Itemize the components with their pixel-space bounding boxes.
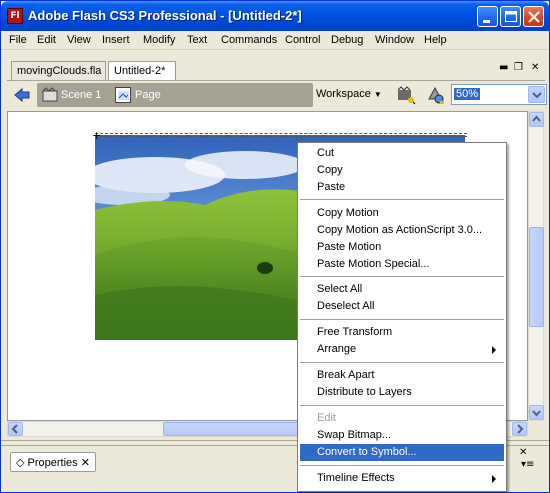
menu-item-copy-motion[interactable]: Copy Motion <box>300 205 504 222</box>
menu-separator <box>300 465 504 466</box>
zoom-dropdown-button[interactable] <box>528 86 545 103</box>
zoom-select[interactable]: 50% <box>451 84 547 105</box>
menu-separator <box>300 319 504 320</box>
close-icon <box>528 11 540 23</box>
scroll-right-icon <box>517 424 524 434</box>
menu-commands[interactable]: Commands <box>221 34 277 46</box>
menu-item-paste[interactable]: Paste <box>300 179 504 196</box>
menu-item-timeline-effects[interactable]: Timeline Effects <box>300 470 504 487</box>
close-panel-icon[interactable]: ✕ <box>519 447 527 458</box>
menu-control[interactable]: Control <box>285 34 320 46</box>
scene-icon <box>42 87 58 102</box>
scene-label[interactable]: Scene 1 <box>61 89 101 101</box>
tab-movingclouds[interactable]: movingClouds.fla <box>11 61 106 80</box>
menu-insert[interactable]: Insert <box>102 34 130 46</box>
menu-item-break-apart[interactable]: Break Apart <box>300 367 504 384</box>
menu-debug[interactable]: Debug <box>331 34 363 46</box>
app-icon: Fl <box>7 8 23 24</box>
menu-file[interactable]: File <box>9 34 27 46</box>
scroll-down-button[interactable] <box>529 405 544 420</box>
menu-separator <box>300 362 504 363</box>
title-bar[interactable]: Fl Adobe Flash CS3 Professional - [Untit… <box>1 1 549 31</box>
menu-view[interactable]: View <box>67 34 91 46</box>
menu-bar: File Edit View Insert Modify Text Comman… <box>1 31 549 50</box>
scroll-left-icon <box>11 424 18 434</box>
menu-window[interactable]: Window <box>375 34 414 46</box>
page-icon <box>115 87 131 103</box>
scroll-left-button[interactable] <box>8 422 23 436</box>
menu-item-copy[interactable]: Copy <box>300 162 504 179</box>
tab-label: movingClouds.fla <box>17 65 102 77</box>
menu-item-distribute-to-layers[interactable]: Distribute to Layers <box>300 384 504 401</box>
menu-item-paste-motion[interactable]: Paste Motion <box>300 239 504 256</box>
menu-item-swap-bitmap[interactable]: Swap Bitmap... <box>300 427 504 444</box>
menu-edit[interactable]: Edit <box>37 34 56 46</box>
menu-item-free-transform[interactable]: Free Transform <box>300 324 504 341</box>
menu-item-timeline-effects-label: Timeline Effects <box>317 472 395 484</box>
scroll-up-icon <box>532 115 541 122</box>
minimize-doc-icon[interactable]: ▬ <box>499 62 508 73</box>
maximize-icon <box>505 11 517 22</box>
menu-help[interactable]: Help <box>424 34 447 46</box>
app-window: Fl Adobe Flash CS3 Professional - [Untit… <box>0 0 550 493</box>
minimize-icon <box>483 20 490 23</box>
tab-label: Untitled-2* <box>114 65 166 77</box>
minimize-button[interactable] <box>477 6 498 27</box>
scene-breadcrumb: Scene 1 Page <box>37 83 313 107</box>
submenu-arrow-icon <box>492 475 496 483</box>
menu-item-copy-motion-as3[interactable]: Copy Motion as ActionScript 3.0... <box>300 222 504 239</box>
document-tab-strip: movingClouds.fla Untitled-2* ▬ ❐ ✕ <box>1 56 549 81</box>
properties-tab-label: Properties <box>27 457 78 469</box>
menu-item-deselect-all[interactable]: Deselect All <box>300 298 504 315</box>
submenu-arrow-icon <box>492 346 496 354</box>
tab-untitled-2[interactable]: Untitled-2* <box>108 61 176 81</box>
scroll-down-icon <box>532 410 541 417</box>
edit-symbols-icon[interactable] <box>396 85 416 105</box>
vertical-scroll-thumb[interactable] <box>529 227 544 327</box>
context-menu: Cut Copy Paste Copy Motion Copy Motion a… <box>297 142 507 492</box>
edit-bar: Scene 1 Page Workspace ▼ 50% <box>7 80 547 110</box>
edit-objects-icon[interactable] <box>426 85 446 105</box>
restore-doc-icon[interactable]: ❐ <box>514 62 523 73</box>
menu-text[interactable]: Text <box>187 34 207 46</box>
menu-item-cut[interactable]: Cut <box>300 145 504 162</box>
selection-border <box>95 133 467 137</box>
menu-item-select-all[interactable]: Select All <box>300 281 504 298</box>
menu-separator <box>300 199 504 200</box>
maximize-button[interactable] <box>500 6 521 27</box>
close-button[interactable] <box>523 6 544 27</box>
page-label[interactable]: Page <box>135 89 161 101</box>
zoom-value: 50% <box>454 88 481 100</box>
dropdown-arrow-icon <box>532 92 542 99</box>
menu-item-arrange-label: Arrange <box>317 343 357 355</box>
window-title: Adobe Flash CS3 Professional - [Untitled… <box>28 8 302 23</box>
menu-separator <box>300 276 504 277</box>
dropdown-arrow-icon: ▼ <box>373 90 382 99</box>
back-arrow-icon[interactable] <box>13 87 31 103</box>
vertical-scrollbar[interactable] <box>528 111 544 421</box>
grip-icon: ◇ <box>16 457 25 469</box>
tab-properties[interactable]: ◇ Properties ✕ <box>10 452 96 472</box>
registration-crosshair: + <box>92 129 102 142</box>
menu-modify[interactable]: Modify <box>143 34 175 46</box>
workspace-button[interactable]: Workspace ▼ <box>316 88 382 100</box>
scroll-right-button[interactable] <box>512 422 527 436</box>
workspace-label: Workspace <box>316 88 371 100</box>
scroll-up-button[interactable] <box>529 112 544 127</box>
panel-menu-icon[interactable]: ▾≡ <box>521 459 534 470</box>
menu-item-edit: Edit <box>317 412 336 424</box>
menu-item-arrange[interactable]: Arrange <box>300 341 504 358</box>
menu-item-paste-motion-special[interactable]: Paste Motion Special... <box>300 256 504 273</box>
menu-item-convert-to-symbol[interactable]: Convert to Symbol... <box>300 444 504 461</box>
menu-separator <box>300 405 504 406</box>
close-doc-icon[interactable]: ✕ <box>531 62 539 73</box>
close-icon[interactable]: ✕ <box>81 457 90 469</box>
